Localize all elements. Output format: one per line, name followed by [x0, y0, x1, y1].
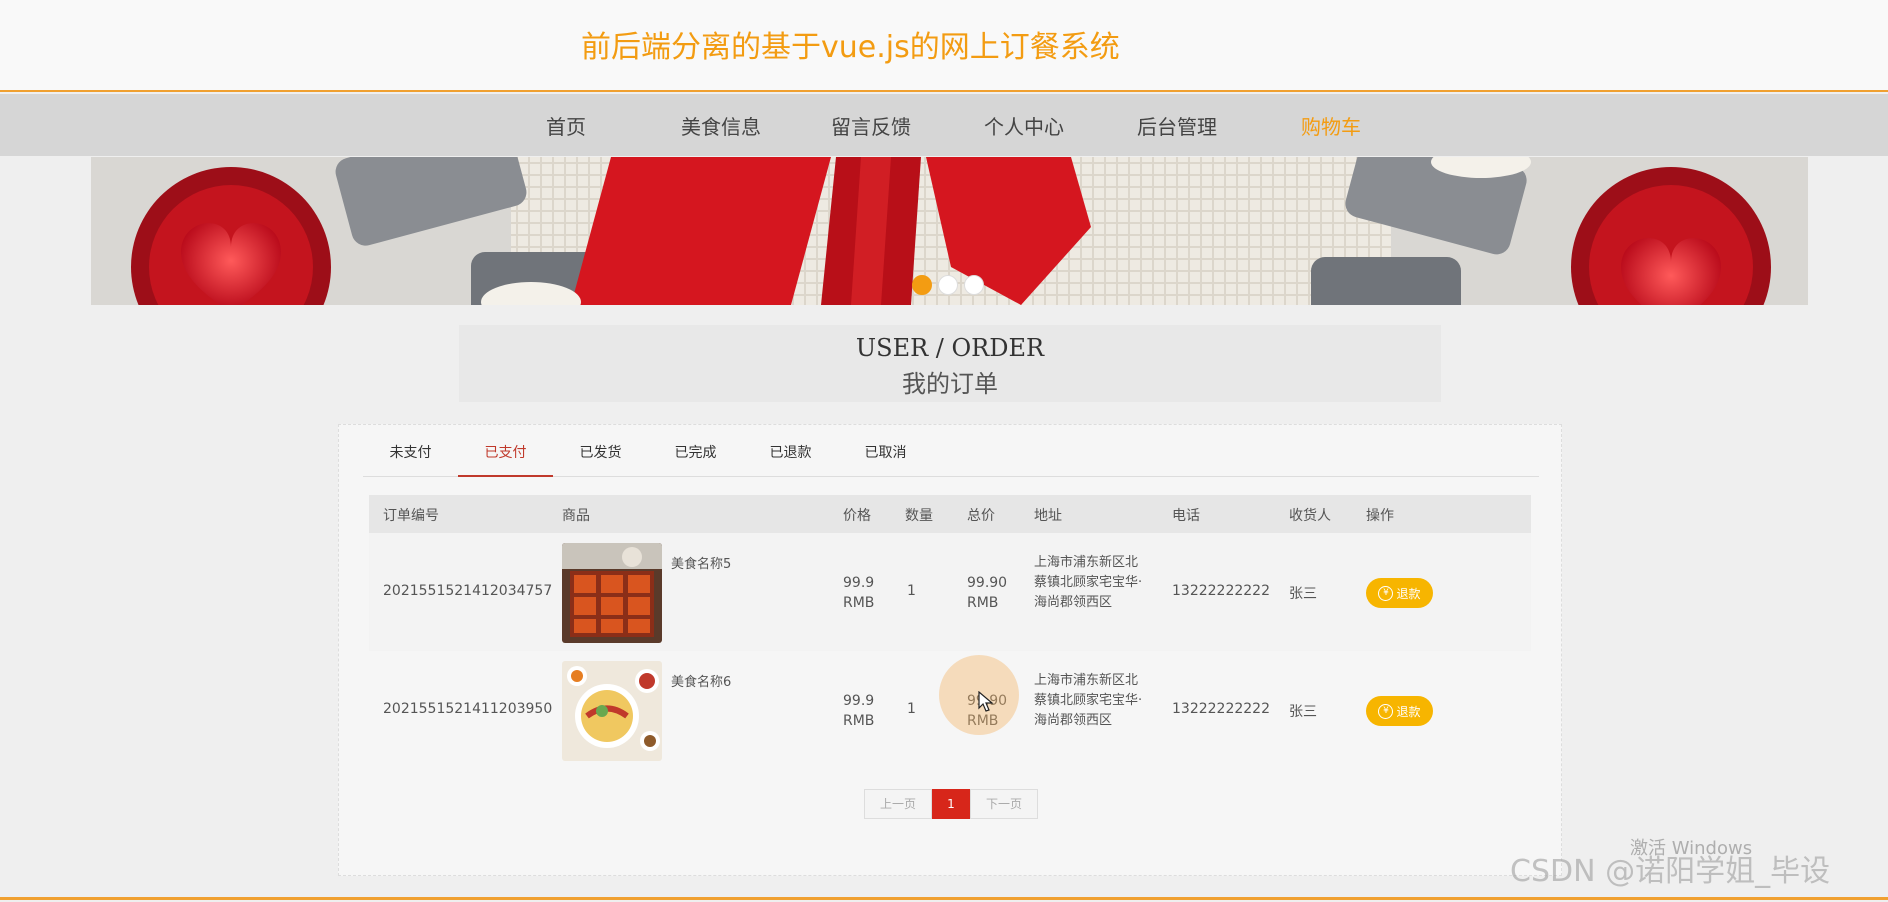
total-value: 99.90	[967, 575, 1008, 591]
total-unit: RMB	[967, 595, 999, 611]
price-unit: RMB	[843, 713, 875, 729]
refund-button[interactable]: ¥ 退款	[1366, 696, 1433, 726]
address: 上海市浦东新区北蔡镇北顾家宅宝华·海尚郡领西区	[1034, 555, 1143, 610]
nav-item-personal-center[interactable]: 个人中心	[984, 111, 1064, 140]
table-header: 订单编号 商品 价格 数量 总价 地址 电话 收货人 操作	[369, 495, 1531, 533]
tab-shipped[interactable]: 已发货	[553, 435, 648, 477]
carousel-dots	[912, 275, 984, 297]
quantity: 1	[907, 583, 916, 599]
refund-button[interactable]: ¥ 退款	[1366, 578, 1433, 608]
header-bar: 前后端分离的基于vue.js的网上订餐系统	[0, 0, 1888, 92]
heading-zh: 我的订单	[902, 370, 998, 398]
nav-item-feedback[interactable]: 留言反馈	[831, 111, 911, 140]
carousel-dot[interactable]	[912, 275, 932, 295]
tab-unpaid[interactable]: 未支付	[363, 435, 458, 477]
order-number: 2021551521411203950	[383, 701, 553, 717]
phone: 13222222222	[1172, 701, 1270, 717]
tab-cancelled[interactable]: 已取消	[838, 435, 933, 477]
product-name[interactable]: 美食名称5	[671, 553, 731, 572]
nav-item-food-info[interactable]: 美食信息	[681, 111, 761, 140]
quantity: 1	[907, 701, 916, 717]
col-product: 商品	[562, 508, 590, 524]
price-value: 99.9	[843, 693, 875, 709]
tab-completed[interactable]: 已完成	[648, 435, 743, 477]
tab-paid[interactable]: 已支付	[458, 435, 553, 477]
heading-en: USER / ORDER	[855, 334, 1045, 362]
col-receiver: 收货人	[1289, 508, 1331, 524]
total: 99.90 RMB	[967, 573, 1007, 613]
mouse-pointer-icon	[978, 691, 994, 712]
refund-label: 退款	[1396, 704, 1421, 719]
footer-line	[0, 897, 1888, 900]
order-panel: 未支付 已支付 已发货 已完成 已退款 已取消 订单编号 商品 价格 数量 总价…	[338, 424, 1562, 876]
product-image[interactable]	[562, 661, 662, 761]
main-nav: 首页 美食信息 留言反馈 个人中心 后台管理 购物车	[0, 94, 1888, 156]
nav-item-admin[interactable]: 后台管理	[1137, 111, 1217, 140]
receiver: 张三	[1289, 586, 1317, 602]
nav-item-home[interactable]: 首页	[546, 111, 586, 140]
col-total: 总价	[967, 508, 995, 524]
page-number-current[interactable]: 1	[932, 789, 970, 819]
yen-icon: ¥	[1378, 585, 1394, 601]
order-number: 2021551521412034757	[383, 583, 553, 599]
nav-item-cart[interactable]: 购物车	[1301, 111, 1361, 140]
price: 99.9 RMB	[843, 691, 874, 731]
address: 上海市浦东新区北蔡镇北顾家宅宝华·海尚郡领西区	[1034, 673, 1143, 728]
pagination: 上一页 1 下一页	[864, 789, 1038, 819]
col-action: 操作	[1366, 508, 1394, 524]
product-image[interactable]	[562, 543, 662, 643]
phone: 13222222222	[1172, 583, 1270, 599]
receiver: 张三	[1289, 704, 1317, 720]
tab-refunded[interactable]: 已退款	[743, 435, 838, 477]
carousel-dot[interactable]	[964, 275, 984, 295]
product-name[interactable]: 美食名称6	[671, 671, 731, 690]
carousel-dot[interactable]	[938, 275, 958, 295]
price-unit: RMB	[843, 595, 875, 611]
csdn-watermark: CSDN @诺阳学姐_毕设	[1510, 854, 1831, 889]
next-page-button[interactable]: 下一页	[970, 789, 1038, 819]
col-order-no: 订单编号	[383, 508, 439, 524]
table-row: 2021551521412034757 美食名称5 99.9 RMB 1 99.…	[369, 533, 1531, 651]
price-value: 99.9	[843, 575, 875, 591]
prev-page-button[interactable]: 上一页	[864, 789, 932, 819]
site-title: 前后端分离的基于vue.js的网上订餐系统	[581, 30, 1120, 65]
col-qty: 数量	[905, 508, 933, 524]
order-status-tabs: 未支付 已支付 已发货 已完成 已退款 已取消	[363, 435, 1539, 477]
refund-label: 退款	[1396, 586, 1421, 601]
col-price: 价格	[843, 508, 871, 524]
yen-icon: ¥	[1378, 703, 1394, 719]
price: 99.9 RMB	[843, 573, 874, 613]
col-address: 地址	[1034, 508, 1062, 524]
col-phone: 电话	[1172, 508, 1200, 524]
section-heading: USER / ORDER 我的订单	[459, 325, 1441, 402]
